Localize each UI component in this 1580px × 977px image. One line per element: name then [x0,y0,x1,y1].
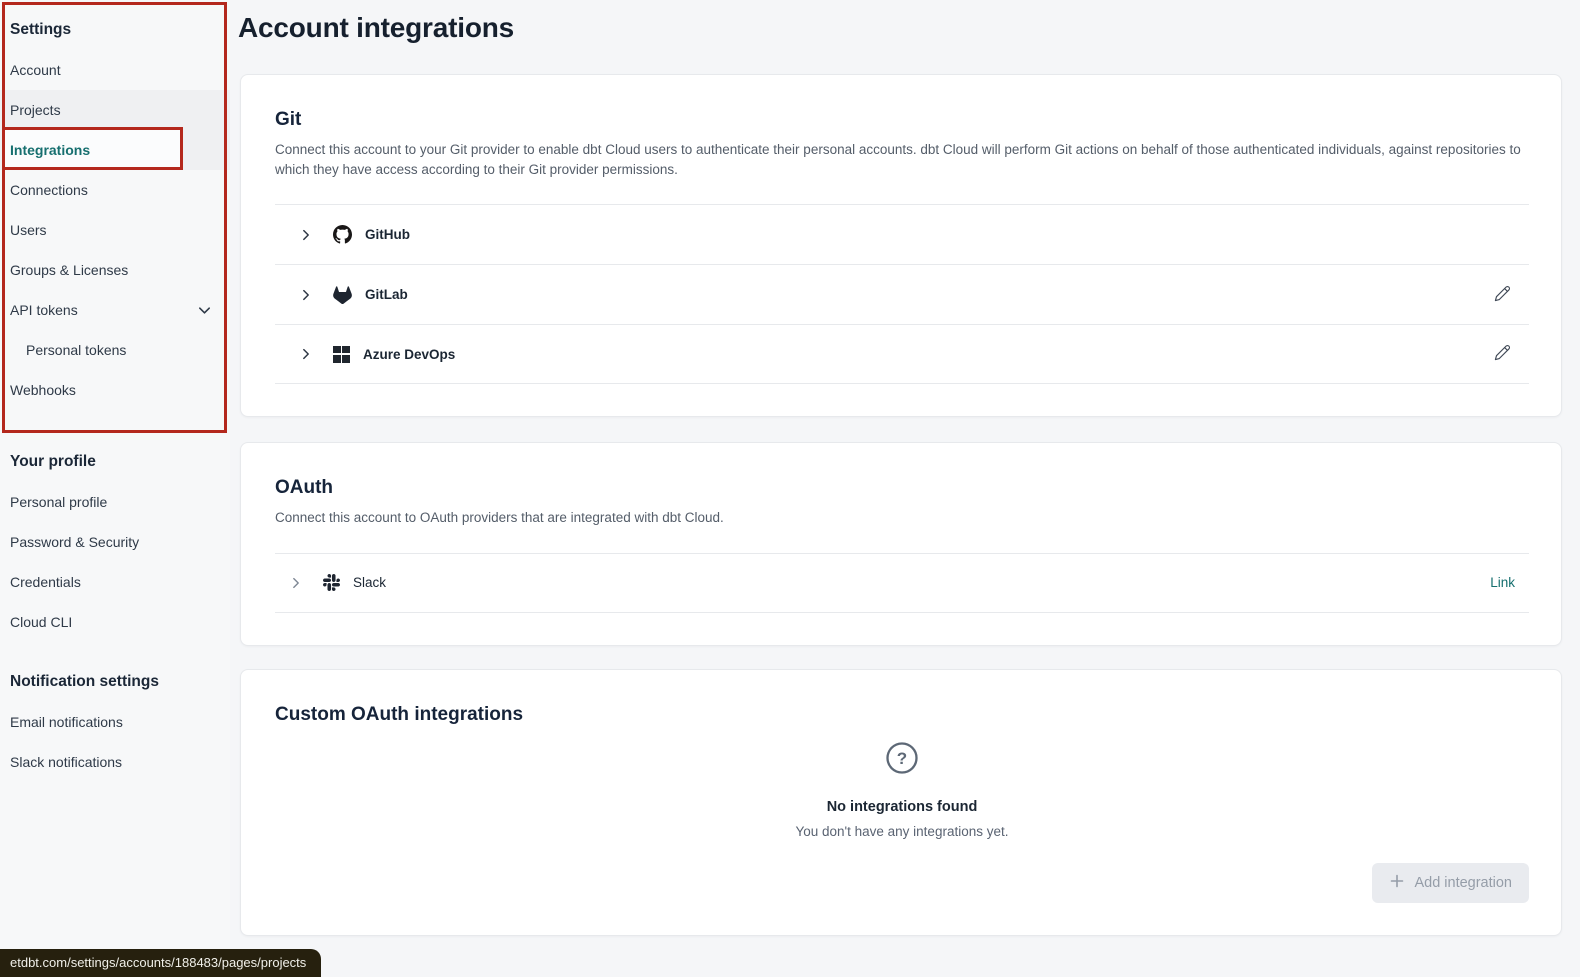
sidebar-item-personal-tokens[interactable]: Personal tokens [0,330,230,370]
github-row[interactable]: GitHub [275,204,1529,264]
sidebar-item-groups-licenses[interactable]: Groups & Licenses [0,250,230,290]
sidebar-item-projects[interactable]: Projects [0,90,230,130]
sidebar-header-settings: Settings [0,10,230,50]
azure-devops-edit-button[interactable] [1490,340,1515,368]
sidebar-item-users[interactable]: Users [0,210,230,250]
sidebar-item-slack-notifications[interactable]: Slack notifications [0,742,230,782]
oauth-card-title: OAuth [275,477,1529,499]
sidebar-item-webhooks[interactable]: Webhooks [0,370,230,410]
sidebar-item-connections[interactable]: Connections [0,170,230,210]
chevron-right-icon [289,576,303,590]
custom-oauth-card: Custom OAuth integrations ? No integrati… [240,669,1562,936]
chevron-right-icon [299,347,313,361]
github-row-label: GitHub [365,227,410,242]
sidebar-spacer [0,642,230,662]
browser-status-url-tooltip: etdbt.com/settings/accounts/188483/pages… [0,949,321,977]
chevron-down-icon [197,303,212,318]
pencil-icon [1494,344,1511,364]
git-provider-list: GitHub GitLab [275,204,1529,384]
sidebar-item-password-security[interactable]: Password & Security [0,522,230,562]
card-actions: Add integration [275,863,1529,903]
azure-devops-icon [333,346,350,363]
gitlab-icon [333,286,352,304]
svg-text:?: ? [897,749,907,768]
oauth-card-description: Connect this account to OAuth providers … [275,508,1529,528]
slack-row-label: Slack [353,575,386,590]
sidebar-item-credentials[interactable]: Credentials [0,562,230,602]
sidebar-header-your-profile: Your profile [0,442,230,482]
settings-sidebar: Settings Account Projects Integrations C… [0,0,230,977]
sidebar-item-cloud-cli[interactable]: Cloud CLI [0,602,230,642]
oauth-card: OAuth Connect this account to OAuth prov… [240,442,1562,646]
gitlab-edit-button[interactable] [1490,281,1515,309]
oauth-provider-list: Slack Link [275,553,1529,613]
sidebar-item-personal-profile[interactable]: Personal profile [0,482,230,522]
azure-devops-row-label: Azure DevOps [363,347,455,362]
add-integration-button[interactable]: Add integration [1372,863,1529,903]
gitlab-row[interactable]: GitLab [275,264,1529,324]
question-circle-icon: ? [884,740,920,776]
chevron-right-icon [299,228,313,242]
sidebar-item-email-notifications[interactable]: Email notifications [0,702,230,742]
empty-state-title: No integrations found [275,799,1529,815]
gitlab-row-label: GitLab [365,287,408,302]
slack-row[interactable]: Slack Link [275,553,1529,613]
add-integration-button-label: Add integration [1414,875,1512,891]
pencil-icon [1494,285,1511,305]
git-card-description: Connect this account to your Git provide… [275,140,1529,179]
azure-devops-row[interactable]: Azure DevOps [275,324,1529,384]
git-card-title: Git [275,109,1529,131]
sidebar-header-notification-settings: Notification settings [0,662,230,702]
github-icon [333,225,352,244]
page-title: Account integrations [238,12,1562,44]
slack-link-action[interactable]: Link [1490,575,1515,590]
sidebar-item-integrations[interactable]: Integrations [0,130,230,170]
plus-icon [1389,873,1405,893]
sidebar-item-account[interactable]: Account [0,50,230,90]
empty-state: ? No integrations found You don't have a… [275,740,1529,839]
slack-icon [323,574,340,591]
main-content: Account integrations Git Connect this ac… [230,0,1580,977]
sidebar-spacer [0,410,230,442]
git-card: Git Connect this account to your Git pro… [240,74,1562,417]
chevron-right-icon [299,288,313,302]
empty-state-subtitle: You don't have any integrations yet. [275,824,1529,839]
sidebar-item-api-tokens[interactable]: API tokens [0,290,230,330]
custom-oauth-card-title: Custom OAuth integrations [275,704,1529,726]
